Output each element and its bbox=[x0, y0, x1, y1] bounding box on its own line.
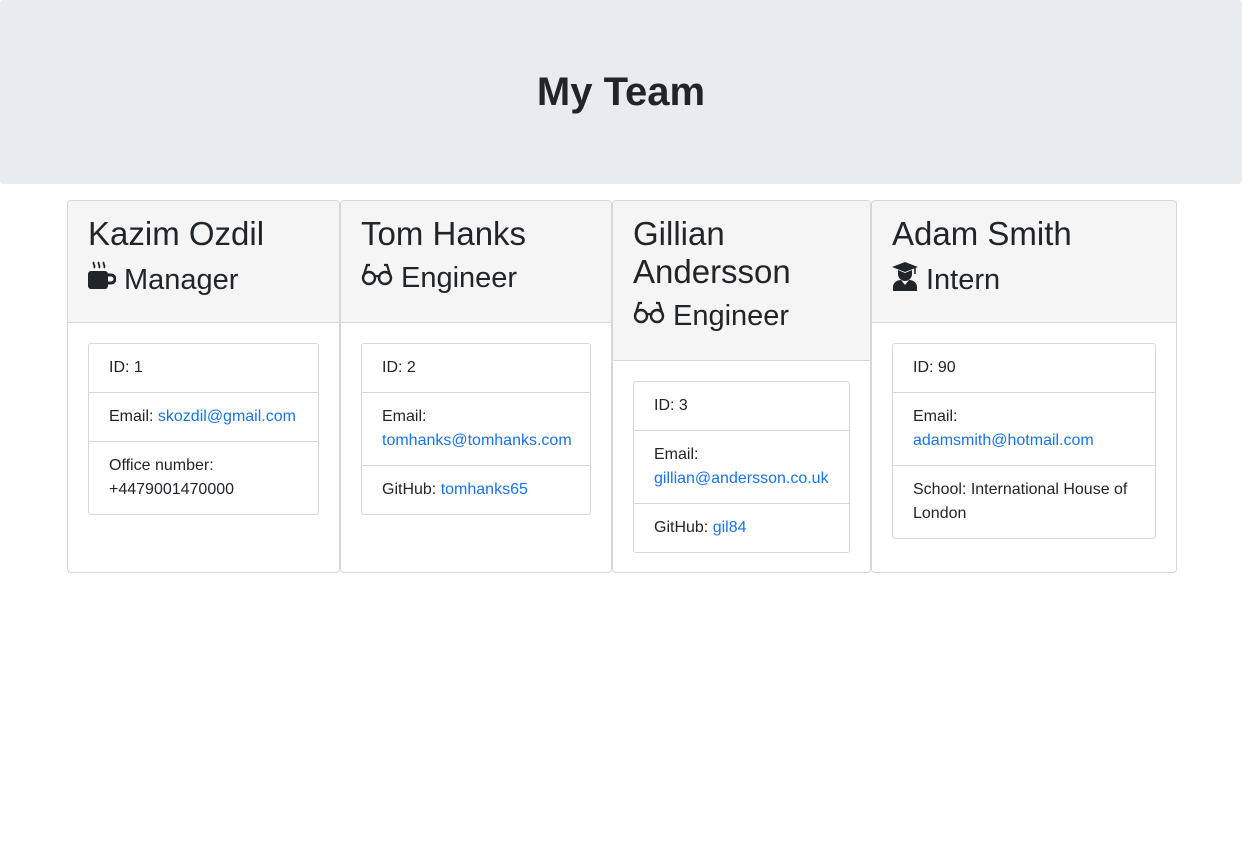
email-item: Email: skozdil@gmail.com bbox=[89, 392, 318, 441]
card-body: ID: 1 Email: skozdil@gmail.com Office nu… bbox=[68, 323, 339, 535]
github-label: GitHub: bbox=[654, 519, 709, 536]
role-label: Intern bbox=[926, 264, 1001, 296]
card-header: Gillian Andersson Engineer bbox=[613, 201, 870, 361]
office-number-item: Office number: +4479001470000 bbox=[89, 441, 318, 514]
employee-name-first: Gillian bbox=[633, 215, 725, 252]
school-item: School: International House of London bbox=[893, 465, 1155, 538]
role-label: Engineer bbox=[673, 300, 790, 332]
employee-card-engineer: Gillian Andersson Engineer ID: 3 Email: … bbox=[612, 200, 871, 573]
id-text: ID: 3 bbox=[654, 397, 688, 414]
employee-name: Kazim Ozdil bbox=[88, 215, 265, 252]
id-text: ID: 1 bbox=[109, 359, 143, 376]
role-label: Manager bbox=[124, 264, 239, 296]
info-list: ID: 2 Email: tomhanks@tomhanks.com GitHu… bbox=[361, 343, 591, 515]
office-number-label: Office number: bbox=[109, 457, 214, 474]
school-label: School: bbox=[913, 481, 967, 498]
office-number-value: +4479001470000 bbox=[109, 481, 235, 498]
id-item: ID: 1 bbox=[89, 344, 318, 392]
employee-role: Engineer bbox=[361, 261, 591, 295]
email-label: Email: bbox=[382, 408, 427, 425]
id-text: ID: 90 bbox=[913, 359, 956, 376]
card-body: ID: 3 Email: gillian@andersson.co.uk Git… bbox=[613, 361, 870, 572]
email-link[interactable]: tomhanks@tomhanks.com bbox=[382, 432, 572, 449]
info-list: ID: 1 Email: skozdil@gmail.com Office nu… bbox=[88, 343, 319, 515]
graduate-icon bbox=[892, 261, 918, 299]
employee-name: Tom Hanks bbox=[361, 215, 527, 252]
email-label: Email: bbox=[654, 446, 699, 463]
page-header: My Team bbox=[0, 0, 1242, 184]
page-title: My Team bbox=[536, 69, 706, 114]
card-body: ID: 90 Email: adamsmith@hotmail.com Scho… bbox=[872, 323, 1176, 559]
email-item: Email: tomhanks@tomhanks.com bbox=[362, 392, 590, 465]
employee-name-last: Andersson bbox=[633, 253, 791, 290]
github-link[interactable]: gil84 bbox=[713, 519, 747, 536]
card-header: Tom Hanks Engineer bbox=[341, 201, 611, 323]
info-list: ID: 90 Email: adamsmith@hotmail.com Scho… bbox=[892, 343, 1156, 539]
email-link[interactable]: adamsmith@hotmail.com bbox=[913, 432, 1094, 449]
employee-card-engineer: Tom Hanks Engineer ID: 2 Email: tomhanks… bbox=[340, 200, 612, 573]
info-list: ID: 3 Email: gillian@andersson.co.uk Git… bbox=[633, 381, 850, 553]
email-link[interactable]: skozdil@gmail.com bbox=[158, 408, 296, 425]
employee-card-manager: Kazim Ozdil Manager ID: 1 Email: skozdil… bbox=[67, 200, 340, 573]
employee-name: Gillian Andersson bbox=[633, 215, 850, 291]
github-label: GitHub: bbox=[382, 481, 437, 498]
github-item: GitHub: tomhanks65 bbox=[362, 465, 590, 514]
email-link[interactable]: gillian@andersson.co.uk bbox=[654, 470, 829, 487]
id-item: ID: 3 bbox=[634, 382, 849, 430]
employee-role: Manager bbox=[88, 261, 319, 299]
card-header: Adam Smith Intern bbox=[872, 201, 1176, 323]
github-item: GitHub: gil84 bbox=[634, 503, 849, 552]
employee-card-intern: Adam Smith Intern ID: 90 Email: adamsmit… bbox=[871, 200, 1177, 573]
id-item: ID: 2 bbox=[362, 344, 590, 392]
id-text: ID: 2 bbox=[382, 359, 416, 376]
email-item: Email: adamsmith@hotmail.com bbox=[893, 392, 1155, 465]
id-item: ID: 90 bbox=[893, 344, 1155, 392]
email-label: Email: bbox=[913, 408, 958, 425]
card-header: Kazim Ozdil Manager bbox=[68, 201, 339, 323]
employee-role: Intern bbox=[892, 261, 1156, 299]
coffee-mug-icon bbox=[88, 261, 117, 299]
github-link[interactable]: tomhanks65 bbox=[441, 481, 528, 498]
glasses-icon bbox=[633, 299, 665, 333]
email-item: Email: gillian@andersson.co.uk bbox=[634, 430, 849, 503]
role-label: Engineer bbox=[401, 262, 518, 294]
email-label: Email: bbox=[109, 408, 154, 425]
glasses-icon bbox=[361, 261, 393, 295]
card-body: ID: 2 Email: tomhanks@tomhanks.com GitHu… bbox=[341, 323, 611, 535]
employee-role: Engineer bbox=[633, 299, 850, 333]
employee-name: Adam Smith bbox=[892, 215, 1072, 252]
